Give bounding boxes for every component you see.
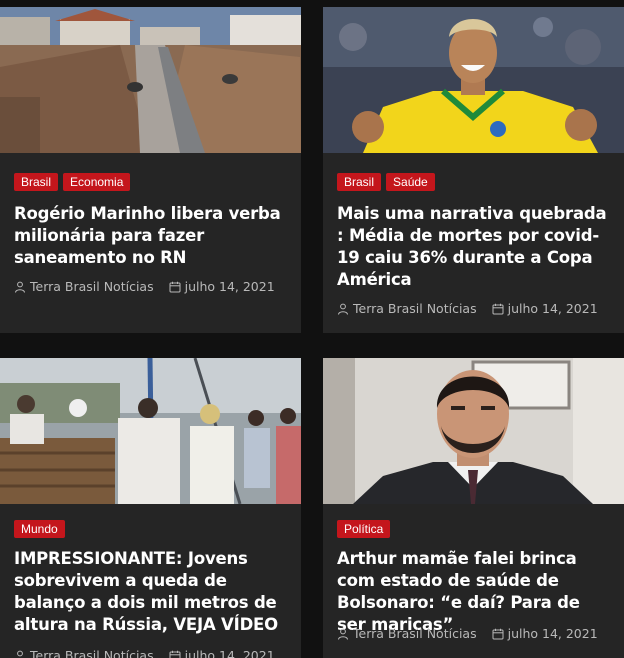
article-card: Brasil Saúde Mais uma narrativa quebrada… [323,7,624,333]
article-title[interactable]: Rogério Marinho libera verba milionária … [14,203,289,269]
article-meta: Terra Brasil Notícias julho 14, 2021 [337,301,598,316]
calendar-icon [492,303,504,315]
tag-politica[interactable]: Política [337,520,391,538]
article-meta: Terra Brasil Notícias julho 14, 2021 [14,279,275,294]
article-date[interactable]: julho 14, 2021 [508,626,598,641]
article-author[interactable]: Terra Brasil Notícias [30,279,154,294]
article-thumbnail-pipes[interactable] [0,7,301,153]
tag-brasil[interactable]: Brasil [337,173,382,191]
article-author[interactable]: Terra Brasil Notícias [353,301,477,316]
tag-saude[interactable]: Saúde [386,173,435,191]
article-card: Política Arthur mamãe falei brinca com e… [323,358,624,658]
article-card: Brasil Economia Rogério Marinho libera v… [0,7,301,333]
article-thumbnail-swing[interactable] [0,358,301,504]
article-tags: Política [337,520,391,538]
article-thumbnail-man-portrait[interactable] [323,358,624,504]
article-author[interactable]: Terra Brasil Notícias [353,626,477,641]
tag-brasil[interactable]: Brasil [14,173,59,191]
article-tags: Mundo [14,520,65,538]
article-tags: Brasil Saúde [337,173,435,191]
article-title[interactable]: IMPRESSIONANTE: Jovens sobrevivem a qued… [14,548,289,636]
article-card: Mundo IMPRESSIONANTE: Jovens sobrevivem … [0,358,301,658]
article-title[interactable]: Mais uma narrativa quebrada : Média de m… [337,203,612,291]
user-icon [14,281,26,293]
article-meta: Terra Brasil Notícias julho 14, 2021 [337,626,598,641]
calendar-icon [492,628,504,640]
user-icon [337,303,349,315]
calendar-icon [169,650,181,658]
tag-economia[interactable]: Economia [63,173,131,191]
tag-mundo[interactable]: Mundo [14,520,65,538]
article-date[interactable]: julho 14, 2021 [185,648,275,658]
article-date[interactable]: julho 14, 2021 [185,279,275,294]
article-author[interactable]: Terra Brasil Notícias [30,648,154,658]
article-thumbnail-footballer[interactable] [323,7,624,153]
calendar-icon [169,281,181,293]
user-icon [337,628,349,640]
article-meta: Terra Brasil Notícias julho 14, 2021 [14,648,275,658]
article-date[interactable]: julho 14, 2021 [508,301,598,316]
article-tags: Brasil Economia [14,173,131,191]
user-icon [14,650,26,658]
article-title[interactable]: Arthur mamãe falei brinca com estado de … [337,548,612,636]
